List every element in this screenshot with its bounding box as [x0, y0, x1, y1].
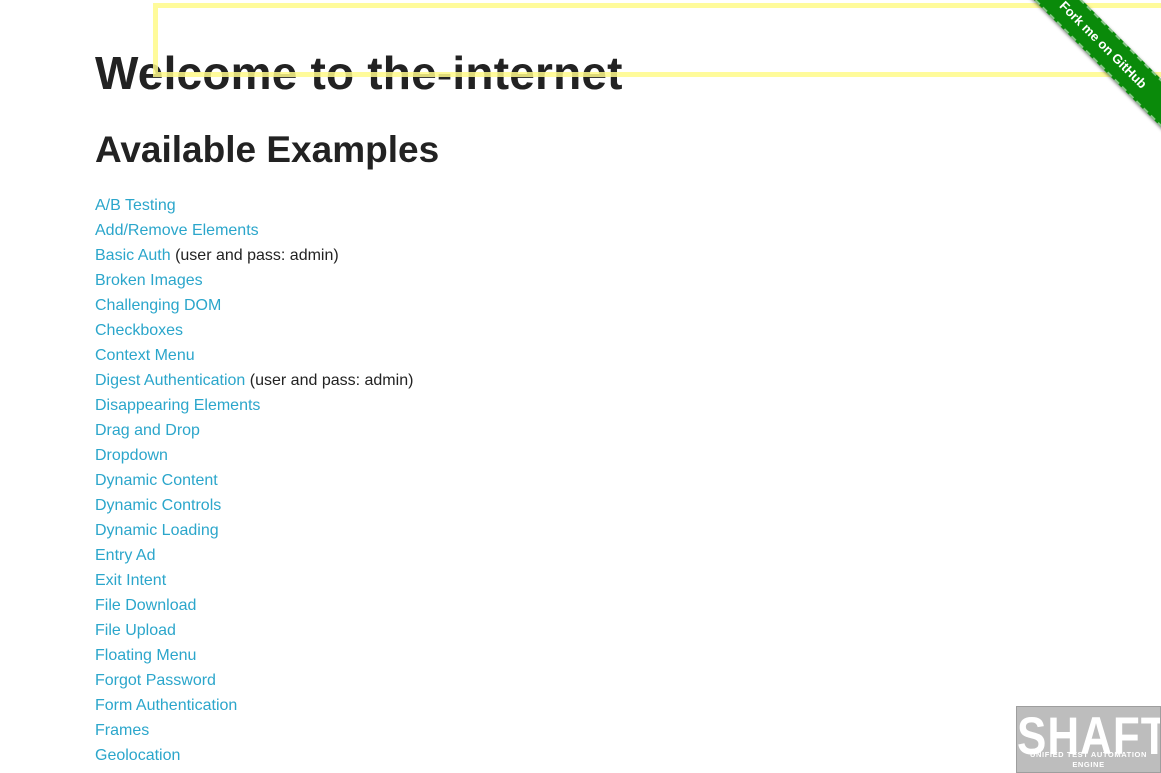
examples-list: A/B Testing Add/Remove Elements Basic Auth… — [95, 193, 413, 768]
example-link[interactable]: File Download — [95, 597, 196, 614]
example-note: (user and pass: admin) — [249, 372, 414, 389]
example-link[interactable]: Dropdown — [95, 447, 168, 464]
example-link[interactable]: Digest Authentication — [95, 372, 245, 389]
fork-ribbon-container: Fork me on GitHub — [1021, 0, 1161, 140]
list-item: Checkboxes — [95, 318, 413, 343]
shaft-logo-tagline: UNIFIED TEST AUTOMATION ENGINE — [1030, 750, 1147, 769]
example-link[interactable]: Frames — [95, 722, 149, 739]
example-link[interactable]: Disappearing Elements — [95, 397, 260, 414]
example-link[interactable]: Add/Remove Elements — [95, 222, 259, 239]
example-link[interactable]: Dynamic Content — [95, 472, 218, 489]
list-item: Challenging DOM — [95, 293, 413, 318]
list-item: Form Authentication — [95, 693, 413, 718]
example-link[interactable]: Broken Images — [95, 272, 203, 289]
list-item: Frames — [95, 718, 413, 743]
list-item: Disappearing Elements — [95, 393, 413, 418]
page-title: Welcome to the-internet — [95, 47, 623, 99]
list-item: A/B Testing — [95, 193, 413, 218]
example-link[interactable]: Forgot Password — [95, 672, 216, 689]
list-item: File Upload — [95, 618, 413, 643]
example-link[interactable]: Geolocation — [95, 747, 180, 764]
list-item: Dynamic Controls — [95, 493, 413, 518]
example-link[interactable]: Challenging DOM — [95, 297, 221, 314]
example-link[interactable]: A/B Testing — [95, 197, 176, 214]
example-note: (user and pass: admin) — [175, 247, 339, 264]
list-item: Digest Authentication (user and pass: ad… — [95, 368, 413, 393]
example-link[interactable]: Basic Auth — [95, 247, 171, 264]
example-link[interactable]: Drag and Drop — [95, 422, 200, 439]
list-item: Floating Menu — [95, 643, 413, 668]
list-item: Add/Remove Elements — [95, 218, 413, 243]
example-link[interactable]: Entry Ad — [95, 547, 155, 564]
list-item: Entry Ad — [95, 543, 413, 568]
section-heading: Available Examples — [95, 129, 440, 170]
example-link[interactable]: Dynamic Controls — [95, 497, 221, 514]
example-link[interactable]: Form Authentication — [95, 697, 237, 714]
list-item: Basic Auth (user and pass: admin) — [95, 243, 413, 268]
list-item: Forgot Password — [95, 668, 413, 693]
shaft-logo: SHAFT UNIFIED TEST AUTOMATION ENGINE — [1016, 706, 1161, 773]
list-item: Dynamic Content — [95, 468, 413, 493]
list-item: Dynamic Loading — [95, 518, 413, 543]
example-link[interactable]: Context Menu — [95, 347, 195, 364]
example-link[interactable]: Exit Intent — [95, 572, 166, 589]
list-item: Context Menu — [95, 343, 413, 368]
list-item: File Download — [95, 593, 413, 618]
list-item: Drag and Drop — [95, 418, 413, 443]
list-item: Dropdown — [95, 443, 413, 468]
example-link[interactable]: Floating Menu — [95, 647, 196, 664]
list-item: Broken Images — [95, 268, 413, 293]
example-link[interactable]: Dynamic Loading — [95, 522, 219, 539]
example-link[interactable]: Checkboxes — [95, 322, 183, 339]
list-item: Exit Intent — [95, 568, 413, 593]
fork-me-on-github-ribbon[interactable]: Fork me on GitHub — [1021, 0, 1161, 135]
example-link[interactable]: File Upload — [95, 622, 176, 639]
list-item: Geolocation — [95, 743, 413, 768]
ribbon-label: Fork me on GitHub — [1056, 0, 1151, 92]
